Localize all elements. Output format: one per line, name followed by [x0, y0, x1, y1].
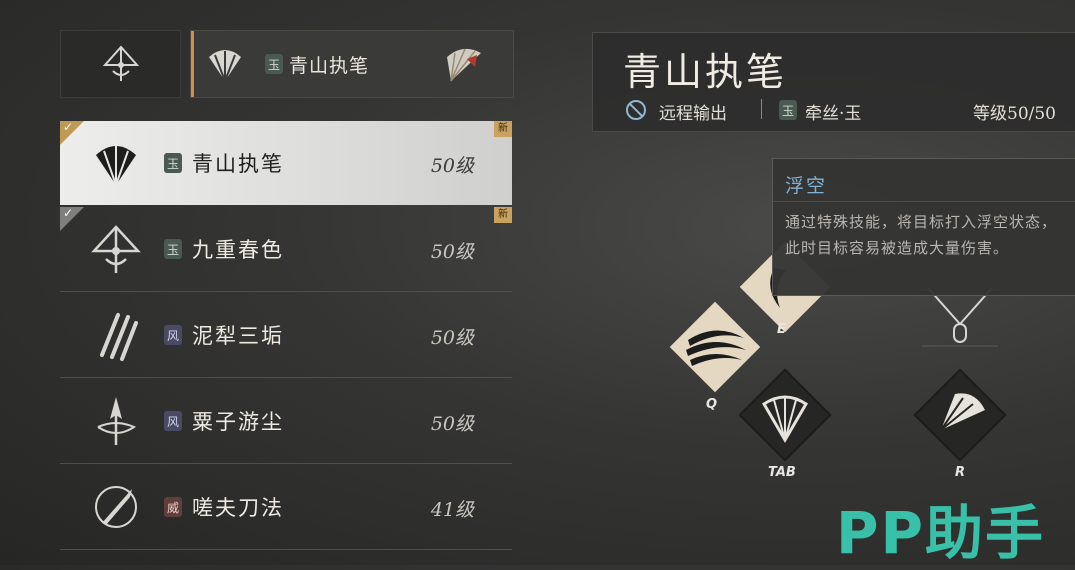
- grade-badge: 风: [164, 411, 182, 431]
- grade-badge: 玉: [779, 100, 797, 120]
- grade-badge: 玉: [164, 239, 182, 259]
- weapon-level: 50级: [430, 241, 474, 263]
- tooltip-description: 通过特殊技能，将目标打入浮空状态，此时目标容易被造成大量伤害。: [785, 213, 1058, 257]
- skill-key-label: E: [777, 322, 786, 337]
- weapon-level: 41级: [430, 499, 474, 521]
- tooltip-title: 浮空: [785, 175, 828, 197]
- skill-key-label: R: [955, 465, 966, 480]
- claw-weapon-icon: [100, 313, 138, 361]
- tab-weapon-name: 青山执笔: [289, 55, 370, 77]
- skill-tab[interactable]: [730, 360, 840, 470]
- weapon-title: 青山执笔: [623, 50, 788, 94]
- ranged-icon: [626, 100, 646, 120]
- weapon-row[interactable]: 风粟子游尘 50级: [60, 379, 512, 464]
- check-icon: ✓: [63, 120, 74, 134]
- role-label: 远程输出: [659, 104, 727, 124]
- new-badge: 新: [494, 207, 512, 223]
- weapon-row[interactable]: 风泥犁三垢 50级: [60, 293, 512, 378]
- blade-weapon-icon: [95, 486, 137, 528]
- active-indicator: [191, 31, 194, 97]
- divider: [773, 201, 1075, 202]
- fan-weapon-icon: [96, 145, 136, 186]
- divider: [761, 99, 762, 119]
- grade-badge: 威: [164, 497, 182, 517]
- skill-key-label: Q: [706, 397, 718, 412]
- fan-weapon-icon: [209, 50, 241, 82]
- grade-badge: 玉: [164, 153, 182, 173]
- watermark-logo: PP助手: [836, 499, 1046, 567]
- weapon-info-panel: 青山执笔 远程输出 玉 牵丝·玉 等级50/50: [592, 32, 1075, 132]
- weapon-row[interactable]: ✓ 新玉九重春色 50级: [60, 206, 512, 292]
- weapon-level: 50级: [430, 413, 474, 435]
- weapon-row[interactable]: 威嗟夫刀法 41级: [60, 465, 512, 550]
- weapon-level: 50级: [430, 327, 474, 349]
- check-icon: ✓: [63, 206, 74, 220]
- skill-r[interactable]: [905, 360, 1015, 470]
- weapon-name: 泥犁三垢: [192, 324, 284, 348]
- weapon-name: 九重春色: [192, 238, 284, 262]
- skill-key-label: TAB: [768, 465, 796, 480]
- weapon-tab-primary[interactable]: 玉 青山执笔: [190, 30, 514, 98]
- new-badge: 新: [494, 121, 512, 137]
- umbrella-weapon-icon: [91, 225, 141, 273]
- umbrella-weapon-icon: [102, 45, 140, 81]
- mouse-icon: [953, 323, 967, 343]
- weapon-tab-secondary[interactable]: [60, 30, 181, 98]
- weapon-name: 粟子游尘: [192, 410, 284, 434]
- grade-badge: 玉: [265, 54, 283, 74]
- spear-weapon-icon: [97, 397, 137, 445]
- weapon-level: 等级50/50: [973, 104, 1056, 124]
- weapon-row[interactable]: ✓ 新玉青山执笔 50级: [60, 120, 512, 205]
- silk-label: 牵丝·玉: [805, 104, 862, 124]
- weapon-name: 青山执笔: [192, 152, 284, 176]
- skill-tooltip: 浮空 通过特殊技能，将目标打入浮空状态，此时目标容易被造成大量伤害。: [772, 158, 1075, 296]
- grade-badge: 风: [164, 325, 182, 345]
- fan-weapon-icon: [447, 48, 481, 82]
- weapon-level: 50级: [430, 155, 474, 177]
- skill-mouse[interactable]: [908, 288, 1012, 348]
- weapon-name: 嗟夫刀法: [192, 496, 284, 520]
